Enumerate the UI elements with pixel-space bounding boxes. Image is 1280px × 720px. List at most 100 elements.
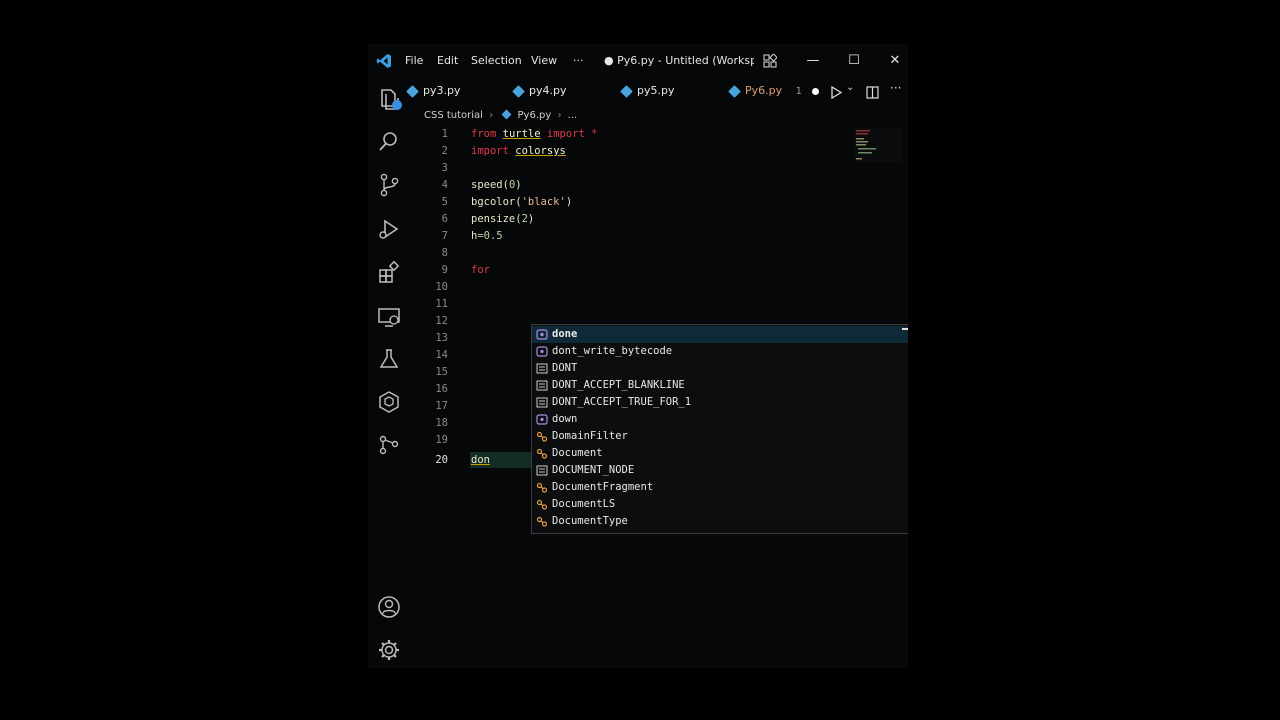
remote-explorer-icon[interactable] xyxy=(376,304,402,330)
maximize-icon[interactable]: ☐ xyxy=(843,50,865,72)
suggestion-item[interactable]: DOCUMENT_NODE xyxy=(532,462,908,479)
suggestion-item[interactable]: down xyxy=(532,411,908,428)
tab-py5[interactable]: py5.py xyxy=(620,78,674,104)
python-extension-icon[interactable] xyxy=(376,389,402,415)
suggestion-item[interactable]: DocumentType xyxy=(532,513,908,530)
constant-icon xyxy=(536,465,548,476)
line-number: 12 xyxy=(435,315,448,327)
python-file-icon xyxy=(501,109,512,120)
class-icon xyxy=(536,448,548,459)
autocomplete-popup[interactable]: done dont_write_bytecode DONT DONT_ACCEP… xyxy=(531,324,908,534)
vscode-logo-icon xyxy=(376,53,392,69)
split-editor-icon[interactable] xyxy=(866,84,879,103)
code-editor[interactable]: 1 2 3 4 5 6 7 8 9 10 11 12 13 14 15 16 1… xyxy=(408,126,908,668)
line-number: 6 xyxy=(441,213,448,225)
window-title: ● Py6.py - Untitled (Workspa... xyxy=(604,54,754,67)
code-line-7: h=0.5 xyxy=(471,230,503,242)
settings-gear-icon[interactable] xyxy=(376,637,402,663)
title-bar: File Edit Selection View ··· ● Py6.py - … xyxy=(368,44,908,78)
line-number: 15 xyxy=(435,366,448,378)
python-file-icon xyxy=(728,84,741,98)
tab-py6-active[interactable]: Py6.py 1 xyxy=(728,78,819,104)
python-file-icon xyxy=(512,84,525,98)
chevron-down-icon[interactable]: ⌄ xyxy=(846,82,854,93)
code-line-2: import colorsys xyxy=(471,145,566,157)
suggestion-item[interactable]: DocumentLS xyxy=(532,496,908,513)
breadcrumb: CSS tutorial › Py6.py › ... xyxy=(424,109,578,121)
line-number: 7 xyxy=(441,230,448,242)
suggestion-item[interactable]: DONT_ACCEPT_TRUE_FOR_1 xyxy=(532,394,908,411)
code-line-1: from turtle import * xyxy=(471,128,598,140)
suggestion-item[interactable]: DomainFilter xyxy=(532,428,908,445)
tab-py4[interactable]: py4.py xyxy=(512,78,566,104)
line-number: 17 xyxy=(435,400,448,412)
method-icon xyxy=(536,329,548,340)
suggestion-item[interactable]: DocumentFragment xyxy=(532,479,908,496)
suggestion-item[interactable]: DONT xyxy=(532,360,908,377)
line-number: 19 xyxy=(435,434,448,446)
suggestion-item[interactable]: DONT_ACCEPT_BLANKLINE xyxy=(532,377,908,394)
line-number: 3 xyxy=(441,162,448,174)
method-icon xyxy=(536,414,548,425)
accounts-icon[interactable] xyxy=(376,594,402,620)
method-icon xyxy=(536,346,548,357)
python-file-icon xyxy=(620,84,633,98)
line-number: 5 xyxy=(441,196,448,208)
line-number: 2 xyxy=(441,145,448,157)
line-number: 11 xyxy=(435,298,448,310)
chevron-right-icon: › xyxy=(557,110,562,121)
line-number: 9 xyxy=(441,264,448,276)
line-number: 4 xyxy=(441,179,448,191)
breadcrumb-folder[interactable]: CSS tutorial xyxy=(424,110,483,121)
line-number: 18 xyxy=(435,417,448,429)
breadcrumb-more[interactable]: ... xyxy=(568,110,578,121)
close-icon[interactable]: ✕ xyxy=(884,50,906,72)
code-line-5: bgcolor('black') xyxy=(471,196,573,208)
tab-py3[interactable]: py3.py xyxy=(406,78,460,104)
code-line-4: speed(0) xyxy=(471,179,522,191)
run-debug-icon[interactable] xyxy=(376,216,402,242)
layout-icon[interactable] xyxy=(759,50,781,72)
source-control-icon[interactable] xyxy=(376,172,402,198)
constant-icon xyxy=(536,397,548,408)
chevron-right-icon: › xyxy=(489,110,494,121)
line-number: 20 xyxy=(435,454,448,466)
class-icon xyxy=(536,431,548,442)
activity-bar xyxy=(368,78,408,668)
extensions-icon[interactable] xyxy=(376,260,402,286)
python-file-icon xyxy=(406,84,419,98)
line-number: 14 xyxy=(435,349,448,361)
search-icon[interactable] xyxy=(376,128,402,154)
run-icon[interactable] xyxy=(830,84,843,103)
line-number: 1 xyxy=(441,128,448,140)
constant-icon xyxy=(536,380,548,391)
more-actions-icon[interactable]: ··· xyxy=(890,81,901,95)
problems-badge: 1 xyxy=(795,86,803,97)
vscode-window: File Edit Selection View ··· ● Py6.py - … xyxy=(368,44,908,668)
class-icon xyxy=(536,482,548,493)
suggestion-item[interactable]: Document xyxy=(532,445,908,462)
line-number: 8 xyxy=(441,247,448,259)
code-line-20: don xyxy=(471,454,490,466)
code-line-9: for xyxy=(471,264,490,276)
unsaved-dot-icon[interactable] xyxy=(811,87,819,95)
menu-view[interactable]: View xyxy=(531,54,557,67)
overview-ruler-cursor xyxy=(902,328,908,330)
minimize-icon[interactable]: — xyxy=(802,50,824,72)
explorer-icon[interactable] xyxy=(376,86,402,112)
line-number: 13 xyxy=(435,332,448,344)
line-number: 10 xyxy=(435,281,448,293)
menu-more[interactable]: ··· xyxy=(573,54,584,67)
code-line-6: pensize(2) xyxy=(471,213,535,225)
menu-selection[interactable]: Selection xyxy=(471,54,522,67)
breadcrumb-file[interactable]: Py6.py xyxy=(518,110,552,121)
git-graph-icon[interactable] xyxy=(376,432,402,458)
menu-file[interactable]: File xyxy=(405,54,423,67)
suggestion-item[interactable]: dont_write_bytecode xyxy=(532,343,908,360)
testing-icon[interactable] xyxy=(376,346,402,372)
menu-edit[interactable]: Edit xyxy=(437,54,458,67)
class-icon xyxy=(536,516,548,527)
line-number: 16 xyxy=(435,383,448,395)
suggestion-item[interactable]: done xyxy=(532,326,908,343)
class-icon xyxy=(536,499,548,510)
